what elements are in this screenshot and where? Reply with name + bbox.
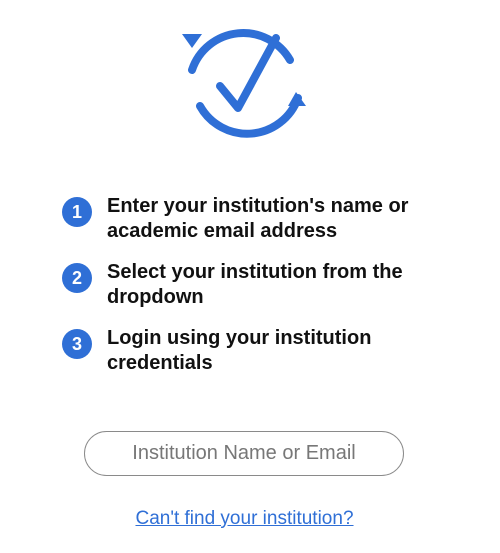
step-item: 1 Enter your institution's name or acade… [62,194,482,244]
step-text: Select your institution from the dropdow… [107,261,403,308]
institution-search-input[interactable] [84,431,404,476]
step-number-badge: 2 [62,263,92,293]
step-number-badge: 1 [62,197,92,227]
cant-find-institution-link[interactable]: Can't find your institution? [0,508,489,530]
refresh-arc-bottom-icon [196,94,302,138]
step-text: Login using your institution credentials [107,327,372,374]
refresh-arrowhead-bottom-icon [288,92,306,106]
step-item: 3 Login using your institution credentia… [62,326,482,376]
step-text: Enter your institution's name or academi… [107,195,409,242]
checkmark-icon [216,34,280,112]
refresh-arrowhead-top-icon [182,34,202,48]
checkmark-refresh-icon [180,26,312,140]
step-item: 2 Select your institution from the dropd… [62,260,482,310]
step-number-badge: 3 [62,329,92,359]
instruction-steps: 1 Enter your institution's name or acade… [62,194,482,392]
